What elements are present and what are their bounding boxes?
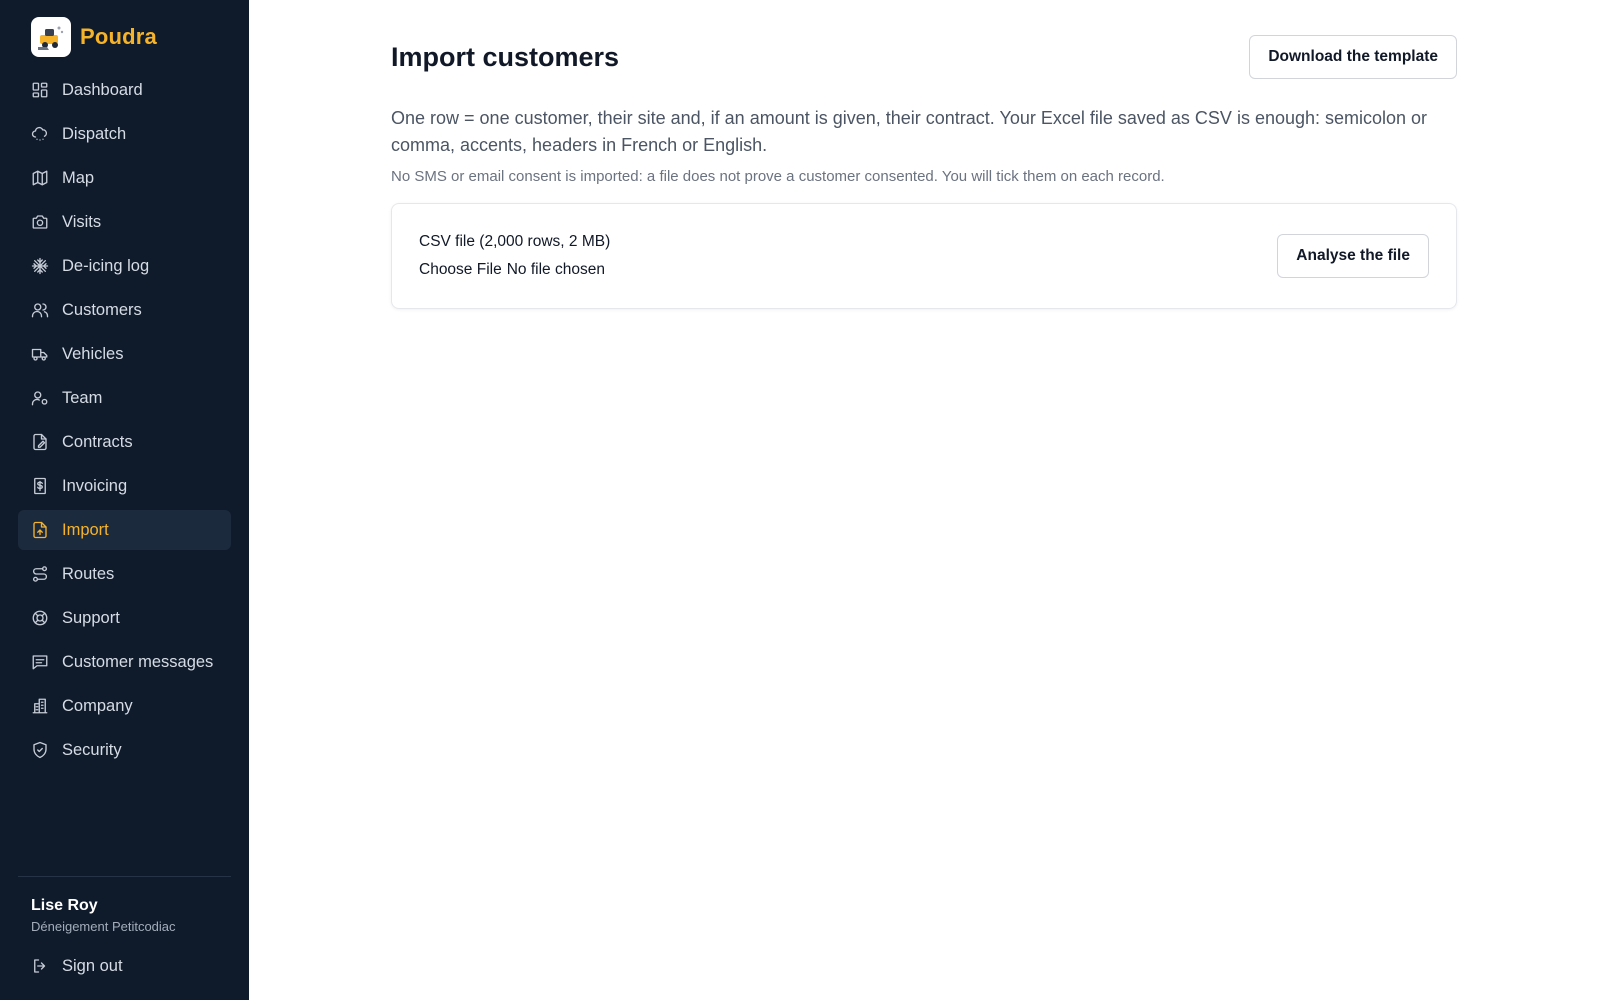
sidebar-item-support[interactable]: Support xyxy=(18,598,231,638)
truck-icon xyxy=(31,345,49,363)
sidebar-item-label: Company xyxy=(62,696,133,715)
sidebar-item-vehicles[interactable]: Vehicles xyxy=(18,334,231,374)
sidebar-item-customers[interactable]: Customers xyxy=(18,290,231,330)
sidebar-item-company[interactable]: Company xyxy=(18,686,231,726)
sidebar-item-label: Support xyxy=(62,608,120,627)
user-name: Lise Roy xyxy=(31,897,98,914)
message-icon xyxy=(31,653,49,671)
sidebar-item-routes[interactable]: Routes xyxy=(18,554,231,594)
sidebar-item-import[interactable]: Import xyxy=(18,510,231,550)
user-company: Déneigement Petitcodiac xyxy=(31,919,176,934)
sidebar-item-contracts[interactable]: Contracts xyxy=(18,422,231,462)
sidebar-item-customer-messages[interactable]: Customer messages xyxy=(18,642,231,682)
page-title: Import customers xyxy=(391,41,620,72)
sidebar-item-team[interactable]: Team xyxy=(18,378,231,418)
sidebar-item-map[interactable]: Map xyxy=(18,158,231,198)
shield-icon xyxy=(31,741,49,759)
sidebar-nav: Dashboard Dispatch Map Visits De-icing l… xyxy=(18,70,231,770)
building-icon xyxy=(31,697,49,715)
receipt-icon xyxy=(31,477,49,495)
main-content: Import customers Download the template O… xyxy=(249,0,1600,1000)
sidebar-item-label: Vehicles xyxy=(62,344,124,363)
sidebar-item-label: Customers xyxy=(62,300,142,319)
file-status: No file chosen xyxy=(506,261,605,278)
sidebar-item-label: Import xyxy=(62,520,109,539)
user-block: Lise Roy Déneigement Petitcodiac xyxy=(18,897,231,934)
sidebar-item-label: Visits xyxy=(62,212,102,231)
sidebar-divider xyxy=(18,876,231,877)
sidebar-item-label: Team xyxy=(62,388,103,407)
sidebar-item-dashboard[interactable]: Dashboard xyxy=(18,70,231,110)
sidebar: Poudra Dashboard Dispatch Map Visits De-… xyxy=(0,0,249,1000)
sidebar-item-de-icing-log[interactable]: De-icing log xyxy=(18,246,231,286)
sidebar-item-label: De-icing log xyxy=(62,256,150,275)
sidebar-item-visits[interactable]: Visits xyxy=(18,202,231,242)
brand-name: Poudra xyxy=(80,24,157,49)
camera-icon xyxy=(31,213,49,231)
sidebar-item-label: Invoicing xyxy=(62,476,128,495)
user-gear-icon xyxy=(31,389,49,407)
dashboard-icon xyxy=(31,81,49,99)
route-icon xyxy=(31,565,49,583)
download-template-button[interactable]: Download the template xyxy=(1249,35,1457,79)
import-description: One row = one customer, their site and, … xyxy=(391,108,1428,155)
consent-note: No SMS or email consent is imported: a f… xyxy=(391,168,1165,185)
cloud-snow-icon xyxy=(31,125,49,143)
sidebar-item-security[interactable]: Security xyxy=(18,730,231,770)
analyse-file-button[interactable]: Analyse the file xyxy=(1277,234,1429,278)
sidebar-item-label: Customer messages xyxy=(62,652,214,671)
file-picker: CSV file (2,000 rows, 2 MB) Choose File … xyxy=(419,233,610,279)
sidebar-item-dispatch[interactable]: Dispatch xyxy=(18,114,231,154)
lifebuoy-icon xyxy=(31,609,49,627)
sidebar-item-invoicing[interactable]: Invoicing xyxy=(18,466,231,506)
choose-file-button[interactable]: Choose File xyxy=(419,261,502,279)
users-icon xyxy=(31,301,49,319)
upload-card: CSV file (2,000 rows, 2 MB) Choose File … xyxy=(391,203,1457,309)
file-edit-icon xyxy=(31,433,49,451)
sidebar-item-label: Dashboard xyxy=(62,80,143,99)
sidebar-item-label: Dispatch xyxy=(62,124,127,143)
sign-out-button[interactable]: Sign out xyxy=(18,948,231,984)
sidebar-item-label: Contracts xyxy=(62,432,133,451)
sign-out-icon xyxy=(34,959,46,973)
sidebar-item-label: Map xyxy=(62,168,95,187)
file-upload-icon xyxy=(31,521,49,539)
map-icon xyxy=(31,169,49,187)
page-header: Import customers Download the template xyxy=(391,35,1457,79)
sidebar-item-label: Routes xyxy=(62,564,115,583)
brand-logo xyxy=(31,17,71,57)
sign-out-label: Sign out xyxy=(62,956,123,975)
brand[interactable]: Poudra xyxy=(18,17,231,57)
file-label: CSV file (2,000 rows, 2 MB) xyxy=(419,233,611,250)
file-input[interactable]: Choose File No file chosen xyxy=(419,261,610,279)
snowflake-icon xyxy=(31,257,49,275)
sidebar-item-label: Security xyxy=(62,740,122,759)
